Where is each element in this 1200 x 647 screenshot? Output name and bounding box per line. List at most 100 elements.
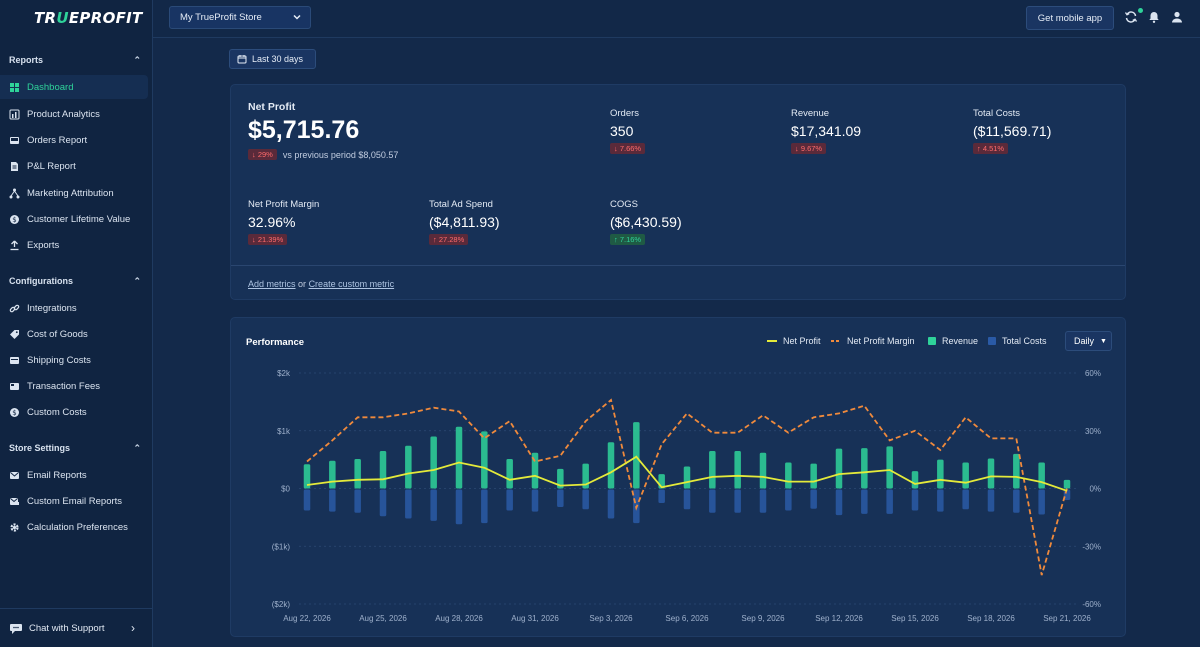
gear-icon — [9, 522, 20, 533]
chat-support-button[interactable]: Chat with Support › — [0, 608, 153, 647]
metric-net-profit-margin[interactable]: Net Profit Margin 32.96% ↓ 21.39% — [248, 199, 319, 245]
metric-change-badge: ↓ 7.66% — [610, 143, 646, 154]
x-tick-label: Aug 28, 2026 — [435, 614, 483, 623]
add-metrics-link[interactable]: Add metrics — [248, 279, 296, 289]
sidebar-item-integrations[interactable]: Integrations — [0, 296, 148, 320]
revenue-bar — [1013, 453, 1020, 489]
get-mobile-app-button[interactable]: Get mobile app — [1026, 6, 1114, 30]
sidebar-item-p-l-report[interactable]: P&L Report — [0, 154, 148, 178]
total-costs-bar — [987, 489, 995, 512]
sidebar-item-label: Calculation Preferences — [27, 521, 128, 533]
metric-label: Total Ad Spend — [429, 199, 493, 210]
chat-support-label: Chat with Support — [29, 622, 105, 634]
upload-icon — [9, 240, 20, 251]
sidebar-item-label: Transaction Fees — [27, 380, 101, 392]
link-icon — [9, 303, 20, 314]
total-costs-bar — [607, 489, 615, 519]
sidebar-item-label: Custom Email Reports — [27, 495, 123, 507]
create-custom-metric-link[interactable]: Create custom metric — [309, 279, 395, 289]
section-header-store-settings[interactable]: Store Settings ⌃ — [0, 438, 153, 458]
date-range-button[interactable]: Last 30 days — [229, 49, 316, 69]
y-left-tick-label: $0 — [281, 485, 290, 494]
x-tick-label: Sep 15, 2026 — [891, 614, 939, 623]
revenue-bar — [633, 422, 640, 489]
total-costs-bar — [455, 489, 463, 525]
metric-value: ($6,430.59) — [610, 214, 682, 230]
chevron-up-icon: ⌃ — [133, 275, 141, 286]
performance-chart[interactable]: $2k 60% $1k 30% $0 0% ($1k) -30% ($2k) -60% Aug 22… — [231, 318, 1127, 638]
metric-revenue[interactable]: Revenue $17,341.09 ↓ 9.67% — [791, 108, 861, 154]
metric-comparison: vs previous period $8,050.57 — [282, 149, 399, 160]
y-left-tick-label: ($2k) — [272, 600, 291, 609]
sidebar-item-custom-costs[interactable]: $ Custom Costs — [0, 400, 148, 424]
receipt-icon — [9, 381, 20, 392]
total-costs-bar — [582, 489, 589, 510]
store-name: My TrueProfit Store — [180, 12, 262, 23]
metric-total-ad-spend[interactable]: Total Ad Spend ($4,811.93) ↑ 27.28% — [429, 199, 500, 245]
metric-label: Net Profit Margin — [248, 199, 320, 210]
sidebar-item-label: Customer Lifetime Value — [27, 213, 131, 225]
revenue-bar — [607, 442, 615, 489]
bell-icon[interactable] — [1147, 10, 1161, 24]
metric-cogs[interactable]: COGS ($6,430.59) ↑ 7.16% — [610, 199, 682, 245]
total-costs-bar — [835, 489, 843, 516]
total-costs-bar — [506, 489, 513, 511]
logo[interactable]: TRUEPROFIT — [34, 9, 143, 27]
sidebar-item-product-analytics[interactable]: Product Analytics — [0, 102, 148, 126]
revenue-bar — [1063, 479, 1071, 489]
document-icon — [9, 161, 20, 172]
revenue-bar — [835, 448, 843, 489]
section-header-configurations[interactable]: Configurations ⌃ — [0, 271, 153, 291]
revenue-bar — [734, 450, 741, 489]
revenue-bar — [455, 426, 463, 489]
metric-total-costs[interactable]: Total Costs ($11,569.71) ↑ 4.51% — [973, 108, 1051, 154]
metric-value: 32.96% — [248, 214, 296, 230]
get-mobile-app-label: Get mobile app — [1037, 12, 1103, 24]
revenue-bar — [911, 471, 919, 489]
revenue-bar — [329, 460, 336, 489]
store-selector[interactable]: My TrueProfit Store — [169, 6, 311, 29]
revenue-bar — [861, 448, 868, 489]
y-right-tick-label: -30% — [1082, 542, 1101, 551]
sidebar-item-orders-report[interactable]: Orders Report — [0, 128, 148, 152]
user-icon[interactable] — [1170, 10, 1184, 24]
total-costs-bar — [481, 489, 488, 524]
sidebar-item-marketing-attribution[interactable]: Marketing Attribution — [0, 181, 148, 205]
sync-icon[interactable] — [1124, 10, 1138, 24]
sidebar-item-exports[interactable]: Exports — [0, 233, 148, 257]
sidebar-item-shipping-costs[interactable]: Shipping Costs — [0, 348, 148, 372]
sync-status-dot — [1138, 8, 1143, 13]
sidebar-item-label: Cost of Goods — [27, 328, 88, 340]
sidebar-item-email-reports[interactable]: Email Reports — [0, 463, 148, 487]
metrics-footer: Add metrics or Create custom metric — [248, 279, 394, 289]
revenue-bar — [354, 459, 361, 489]
metric-change-badge: ↑ 27.28% — [429, 234, 469, 245]
total-costs-bar — [683, 489, 691, 510]
total-costs-bar — [379, 489, 387, 517]
total-costs-bar — [557, 489, 564, 507]
total-costs-bar — [354, 489, 361, 513]
revenue-bar — [886, 446, 893, 489]
metric-orders[interactable]: Orders 350 ↓ 7.66% — [610, 108, 646, 154]
or-text: or — [298, 279, 307, 289]
inbox-icon — [9, 135, 20, 146]
sidebar-item-customer-lifetime-value[interactable]: $ Customer Lifetime Value — [0, 207, 148, 231]
sidebar-item-dashboard[interactable]: Dashboard — [0, 75, 148, 99]
sidebar-item-transaction-fees[interactable]: Transaction Fees — [0, 374, 148, 398]
sidebar-item-custom-email-reports[interactable]: Custom Email Reports — [0, 489, 148, 513]
chevron-right-icon: › — [131, 621, 135, 635]
sidebar-item-calculation-preferences[interactable]: Calculation Preferences — [0, 515, 148, 539]
sidebar-item-label: Orders Report — [27, 134, 88, 146]
bar-chart-icon — [9, 109, 20, 120]
y-left-tick-label: $1k — [277, 427, 291, 436]
total-costs-bar — [1038, 489, 1045, 515]
sidebar-item-cost-of-goods[interactable]: Cost of Goods — [0, 322, 148, 346]
x-tick-label: Sep 3, 2026 — [589, 614, 633, 623]
mail-edit-icon — [9, 496, 20, 507]
metrics-card: Net Profit $5,715.76 ↓ 29% vs previous p… — [230, 84, 1126, 300]
x-tick-label: Aug 25, 2026 — [359, 614, 407, 623]
sidebar-item-label: Marketing Attribution — [27, 187, 114, 199]
section-header-reports[interactable]: Reports ⌃ — [0, 50, 153, 70]
revenue-bar — [379, 450, 387, 489]
metric-net-profit[interactable]: Net Profit $5,715.76 ↓ 29% vs previous p… — [248, 101, 398, 160]
